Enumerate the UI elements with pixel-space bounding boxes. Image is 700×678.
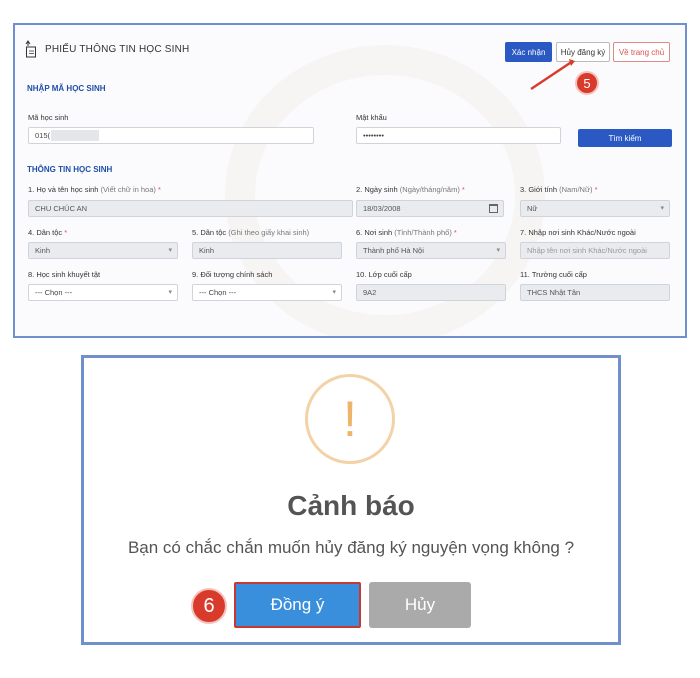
student-id-input[interactable]: 015( — [28, 127, 314, 144]
ethnicity-label: 4. Dân tộc * — [28, 228, 68, 237]
last-class-label: 10. Lớp cuối cấp — [356, 270, 412, 279]
calendar-icon[interactable] — [489, 204, 498, 213]
dialog-title: Cảnh báo — [287, 490, 415, 521]
student-id-value: 015( — [35, 131, 51, 140]
fullname-field: CHU CHÚC AN — [28, 200, 353, 217]
last-school-label: 11. Trường cuối cấp — [520, 270, 587, 279]
other-birthplace-label: 7. Nhập nơi sinh Khác/Nước ngoài — [520, 228, 636, 237]
exclamation-icon: ! — [305, 374, 395, 464]
form-header: PHIẾU THÔNG TIN HỌC SINH — [25, 37, 189, 61]
form-title: PHIẾU THÔNG TIN HỌC SINH — [45, 43, 190, 55]
document-icon — [25, 40, 36, 58]
birthplace-label: 6. Nơi sinh (Tỉnh/Thành phố) * — [356, 228, 457, 237]
last-class-field: 9A2 — [356, 284, 506, 301]
password-input[interactable]: •••••••• — [356, 127, 561, 144]
last-school-field: THCS Nhật Tân — [520, 284, 670, 301]
ethnicity-select[interactable]: Kinh ▾ — [28, 242, 178, 259]
info-section-title: THÔNG TIN HỌC SINH — [27, 165, 113, 174]
chevron-down-icon: ▾ — [168, 289, 172, 296]
password-value: •••••••• — [363, 131, 385, 140]
policy-select[interactable]: --- Chọn --- ▾ — [192, 284, 342, 301]
dob-label: 2. Ngày sinh (Ngày/tháng/năm) * — [356, 185, 465, 194]
search-button[interactable]: Tìm kiếm — [578, 129, 672, 147]
lookup-section-title: NHẬP MÃ HỌC SINH — [27, 84, 106, 93]
chevron-down-icon: ▾ — [332, 289, 336, 296]
password-label: Mật khẩu — [356, 113, 387, 122]
disability-label: 8. Học sinh khuyết tật — [28, 270, 101, 279]
birthplace-select[interactable]: Thành phố Hà Nội ▾ — [356, 242, 506, 259]
ethnicity-birthcert-label: 5. Dân tộc (Ghi theo giấy khai sinh) — [192, 228, 310, 237]
cancel-dialog-button[interactable]: Hủy — [369, 582, 471, 628]
redacted-block — [51, 130, 100, 141]
home-button[interactable]: Về trang chủ — [613, 42, 670, 62]
student-id-label: Mã học sinh — [28, 113, 69, 122]
gender-label: 3. Giới tính (Nam/Nữ) * — [520, 185, 598, 194]
annotation-arrow — [530, 59, 575, 91]
confirm-dialog-button[interactable]: Đồng ý — [234, 582, 361, 628]
chevron-down-icon: ▾ — [660, 205, 664, 212]
step-5-badge: 5 — [575, 71, 599, 95]
dialog-message: Bạn có chắc chắn muốn hủy đăng ký nguyện… — [127, 538, 575, 557]
chevron-down-icon: ▾ — [496, 247, 500, 254]
policy-label: 9. Đối tượng chính sách — [192, 270, 273, 279]
chevron-down-icon: ▾ — [168, 247, 172, 254]
gender-select[interactable]: Nữ ▾ — [520, 200, 670, 217]
fullname-label: 1. Họ và tên học sinh (Viết chữ in hoa) … — [28, 185, 161, 194]
other-birthplace-input[interactable]: Nhập tên nơi sinh Khác/Nước ngoài — [520, 242, 670, 259]
step-6-badge: 6 — [191, 588, 227, 624]
warning-dialog: ! Cảnh báo Bạn có chắc chắn muốn hủy đăn… — [81, 355, 621, 645]
ethnicity-birthcert-field: Kinh — [192, 242, 342, 259]
student-info-form: PHIẾU THÔNG TIN HỌC SINH Xác nhận Hủy đă… — [13, 23, 687, 338]
dob-field[interactable]: 18/03/2008 — [356, 200, 504, 217]
disability-select[interactable]: --- Chọn --- ▾ — [28, 284, 178, 301]
